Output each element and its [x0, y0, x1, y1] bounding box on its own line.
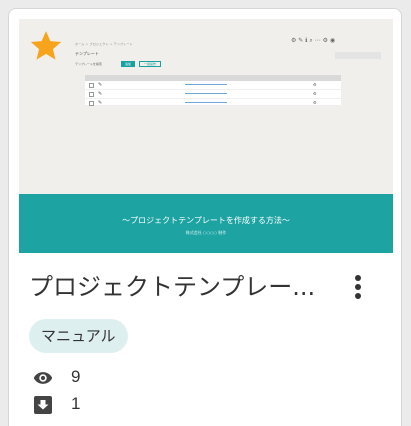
star-icon[interactable] — [29, 29, 63, 63]
views-count: 9 — [71, 367, 81, 386]
thumbnail-toolbar-icons: ⚙ ✎ ℹ ⌕ ⋯ ⚙ ◉ — [291, 37, 336, 44]
checkbox-icon — [89, 101, 94, 106]
action-icon: ⚙ — [313, 100, 317, 105]
template-title[interactable]: プロジェクトテンプレー... — [29, 267, 315, 302]
checkbox-icon — [89, 83, 94, 88]
eye-icon — [33, 372, 53, 384]
thumbnail-table-row: ✎ ⚙ — [85, 99, 341, 108]
download-box-icon — [34, 396, 52, 414]
thumbnail-table: ✎ ⚙ ✎ ⚙ ✎ ⚙ — [85, 75, 341, 108]
category-tag[interactable]: マニュアル — [29, 319, 128, 353]
thumbnail-banner: ～プロジェクトテンプレートを作成する方法～ 株式会社 ○○○○ 制作 — [19, 194, 393, 253]
thumbnail-nav: ホーム > プロジェクト > テンプレート — [75, 42, 133, 46]
thumbnail-banner-subtitle: 株式会社 ○○○○ 制作 — [185, 230, 227, 235]
thumbnail-table-row: ✎ ⚙ — [85, 81, 341, 90]
thumbnail-row-link — [185, 84, 227, 85]
template-thumbnail[interactable]: ホーム > プロジェクト > テンプレート ⚙ ✎ ℹ ⌕ ⋯ ⚙ ◉ テンプレ… — [19, 19, 393, 253]
thumbnail-right-box — [335, 52, 381, 59]
thumbnail-table-row: ✎ ⚙ — [85, 90, 341, 99]
action-icon: ⚙ — [313, 91, 317, 96]
thumbnail-banner-title: ～プロジェクトテンプレートを作成する方法～ — [122, 216, 290, 225]
checkbox-icon — [89, 92, 94, 97]
pencil-icon: ✎ — [98, 82, 103, 88]
pencil-icon: ✎ — [98, 100, 103, 106]
template-card[interactable]: ホーム > プロジェクト > テンプレート ⚙ ✎ ℹ ⌕ ⋯ ⚙ ◉ テンプレ… — [8, 8, 402, 426]
pencil-icon: ✎ — [98, 91, 103, 97]
thumbnail-row-link — [185, 102, 227, 103]
downloads-count: 1 — [71, 394, 81, 413]
thumbnail-page-title: テンプレート — [75, 51, 99, 56]
action-icon: ⚙ — [313, 82, 317, 87]
more-vertical-icon[interactable] — [347, 273, 369, 301]
thumbnail-secondary-button: 一括操作 — [139, 61, 161, 67]
thumbnail-filter-label: テンプレートを検索 — [75, 62, 102, 66]
thumbnail-add-button: 追加 — [121, 61, 135, 67]
thumbnail-row-link — [185, 93, 227, 94]
